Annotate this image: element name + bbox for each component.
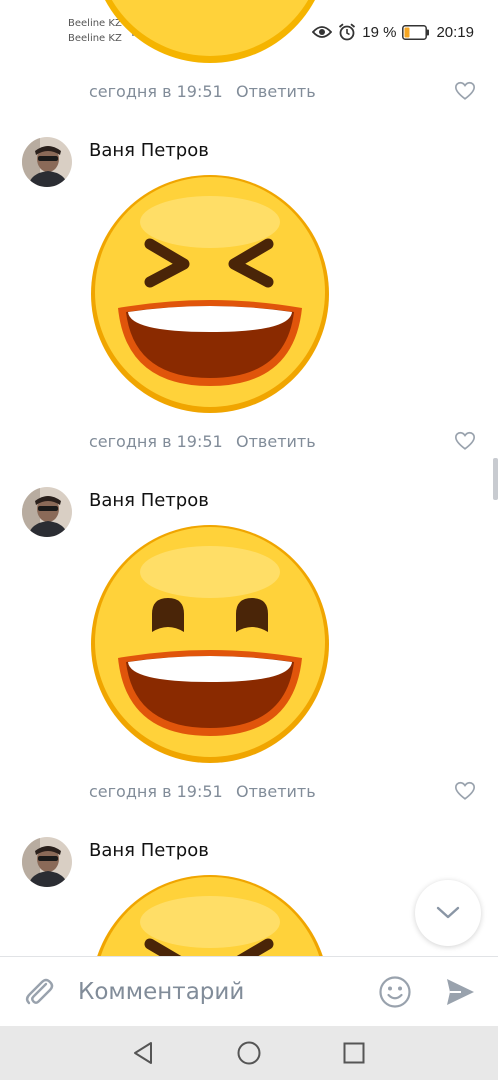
comment-time: сегодня в 19:51 [89, 782, 223, 801]
comment-input[interactable] [78, 973, 368, 1011]
heart-icon[interactable] [454, 780, 476, 802]
avatar[interactable] [22, 487, 72, 537]
chevron-down-icon [436, 906, 460, 919]
recent-apps-icon[interactable] [340, 1039, 368, 1067]
back-icon[interactable] [129, 1039, 157, 1067]
heart-icon[interactable] [454, 80, 476, 102]
home-icon[interactable] [235, 1039, 263, 1067]
scroll-down-button[interactable] [415, 880, 481, 946]
comment-author[interactable]: Ваня Петров [89, 140, 209, 161]
reply-link[interactable]: Ответить [236, 432, 316, 451]
comments-feed[interactable]: сегодня в 19:51 Ответить Ваня Петров сег… [0, 0, 498, 956]
reply-link[interactable]: Ответить [236, 782, 316, 801]
comment-input-bar [0, 956, 498, 1026]
comment-time: сегодня в 19:51 [89, 432, 223, 451]
avatar[interactable] [22, 137, 72, 187]
system-navigation-bar [0, 1026, 498, 1080]
sticker-grinning-face[interactable] [88, 0, 332, 66]
sticker-laughing-squint-face[interactable] [88, 172, 332, 416]
scrollbar-thumb[interactable] [493, 458, 498, 500]
send-icon[interactable] [444, 976, 476, 1008]
reply-link[interactable]: Ответить [236, 82, 316, 101]
avatar[interactable] [22, 837, 72, 887]
heart-icon[interactable] [454, 430, 476, 452]
comment-author[interactable]: Ваня Петров [89, 490, 209, 511]
sticker-laughing-squint-face[interactable] [88, 872, 332, 956]
paperclip-icon[interactable] [22, 975, 56, 1009]
smiley-icon[interactable] [378, 975, 412, 1009]
comment-author[interactable]: Ваня Петров [89, 840, 209, 861]
sticker-grinning-smiling-eyes-face[interactable] [88, 522, 332, 766]
comment-time: сегодня в 19:51 [89, 82, 223, 101]
